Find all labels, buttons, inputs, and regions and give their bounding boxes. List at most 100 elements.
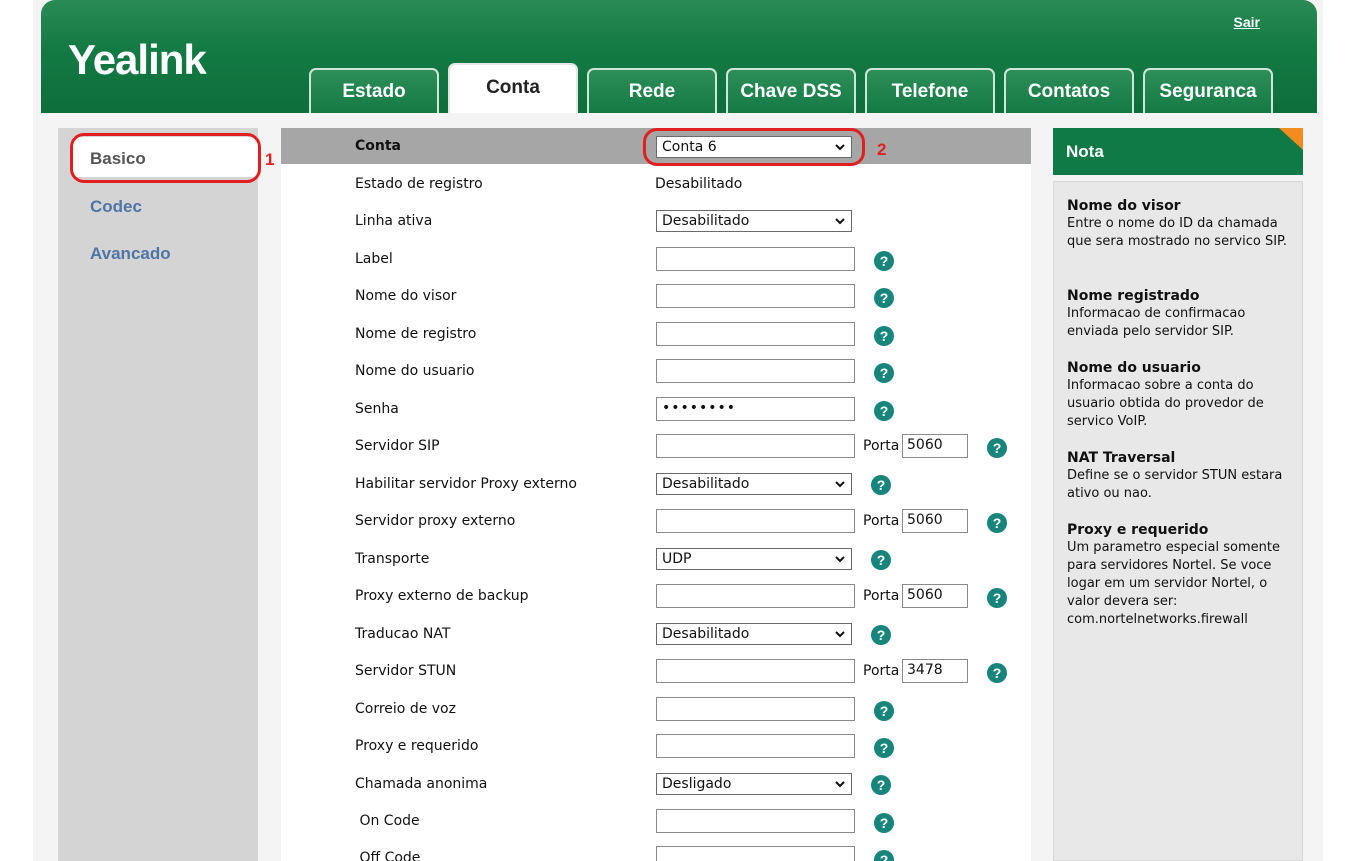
outbound-proxy-enable-value: Desabilitado — [662, 476, 750, 492]
field-label: Nome do visor — [355, 288, 457, 304]
annotation-ring-1 — [70, 133, 261, 183]
note-section-title: Nome registrado — [1067, 288, 1200, 304]
outbound-proxy-enable-select[interactable]: Desabilitado — [656, 473, 852, 495]
register-name-input[interactable] — [656, 322, 855, 346]
logout-link[interactable]: Sair — [1234, 14, 1260, 30]
help-icon[interactable]: ? — [987, 663, 1007, 683]
field-label: Correio de voz — [355, 701, 456, 717]
tab-contatos[interactable]: Contatos — [1004, 68, 1134, 113]
help-icon[interactable]: ? — [874, 288, 894, 308]
note-section-title: NAT Traversal — [1067, 450, 1176, 466]
stun-server-input[interactable] — [656, 659, 855, 683]
note-section-text: Informacao sobre a conta do usuario obti… — [1067, 378, 1264, 429]
port-label: Porta — [863, 663, 900, 679]
line-active-value: Desabilitado — [662, 213, 750, 229]
help-icon[interactable]: ? — [874, 813, 894, 833]
tab-telefone[interactable]: Telefone — [865, 68, 995, 113]
sidebar-item-avancado[interactable]: Avancado — [90, 244, 171, 264]
anonymous-off-code-input[interactable] — [656, 846, 855, 861]
annotation-number-1: 1 — [265, 150, 275, 169]
tab-conta[interactable]: Conta — [448, 63, 578, 113]
sip-port-input[interactable]: 5060 — [902, 434, 968, 458]
note-section-text: Entre o nome do ID da chamada que sera m… — [1067, 216, 1287, 249]
line-active-select[interactable]: Desabilitado — [656, 210, 852, 232]
anonymous-call-select[interactable]: Desligado — [656, 773, 852, 795]
backup-proxy-port-input[interactable]: 5060 — [902, 584, 968, 608]
annotation-ring-2 — [643, 128, 865, 166]
backup-proxy-input[interactable] — [656, 584, 855, 608]
help-icon[interactable]: ? — [871, 775, 891, 795]
field-label: Habilitar servidor Proxy externo — [355, 476, 577, 492]
sip-server-input[interactable] — [656, 434, 855, 458]
stun-port-input[interactable]: 3478 — [902, 659, 968, 683]
field-label: Proxy externo de backup — [355, 588, 529, 604]
help-icon[interactable]: ? — [874, 251, 894, 271]
tab-estado[interactable]: Estado — [309, 68, 439, 113]
outbound-proxy-input[interactable] — [656, 509, 855, 533]
note-section: Nome do visor Entre o nome do ID da cham… — [1067, 197, 1297, 251]
outbound-proxy-port-input[interactable]: 5060 — [902, 509, 968, 533]
sidebar: Basico Codec Avancado — [58, 128, 258, 861]
label-input[interactable] — [656, 247, 855, 271]
anonymous-on-code-input[interactable] — [656, 809, 855, 833]
note-section-title: Proxy e requerido — [1067, 522, 1209, 538]
password-input[interactable]: •••••••• — [656, 397, 855, 421]
transport-value: UDP — [662, 551, 692, 567]
chevron-down-icon — [835, 481, 845, 488]
account-label: Conta — [355, 138, 401, 154]
chevron-down-icon — [835, 556, 845, 563]
field-label: Estado de registro — [355, 176, 483, 192]
note-section-text: Define se o servidor STUN estara ativo o… — [1067, 468, 1283, 501]
note-section: Proxy e requerido Um parametro especial … — [1067, 521, 1297, 629]
port-label: Porta — [863, 588, 900, 604]
help-icon[interactable]: ? — [987, 588, 1007, 608]
chevron-down-icon — [835, 781, 845, 788]
help-icon[interactable]: ? — [874, 401, 894, 421]
note-corner-accent — [1279, 128, 1303, 150]
note-section: Nome registrado Informacao de confirmaca… — [1067, 287, 1297, 341]
field-label: Off Code — [355, 850, 421, 861]
field-label: Linha ativa — [355, 213, 433, 229]
tab-seguranca[interactable]: Seguranca — [1143, 68, 1273, 113]
account-form: Conta Conta 6 Estado de registro Desabil… — [281, 128, 1031, 861]
help-icon[interactable]: ? — [871, 625, 891, 645]
chevron-down-icon — [835, 631, 845, 638]
help-icon[interactable]: ? — [987, 513, 1007, 533]
port-label: Porta — [863, 438, 900, 454]
note-title: Nota — [1066, 142, 1104, 161]
yealink-logo: Yealink — [68, 36, 207, 83]
nat-traversal-value: Desabilitado — [662, 626, 750, 642]
note-panel: Nome do visor Entre o nome do ID da cham… — [1053, 181, 1303, 861]
tab-rede[interactable]: Rede — [587, 68, 717, 113]
field-label: Nome de registro — [355, 326, 477, 342]
field-label: Chamada anonima — [355, 776, 488, 792]
note-section-title: Nome do visor — [1067, 198, 1181, 214]
field-label: Nome do usuario — [355, 363, 475, 379]
anonymous-call-value: Desligado — [662, 776, 732, 792]
field-label: Servidor STUN — [355, 663, 457, 679]
sidebar-item-codec[interactable]: Codec — [90, 197, 142, 217]
proxy-require-input[interactable] — [656, 734, 855, 758]
help-icon[interactable]: ? — [987, 438, 1007, 458]
help-icon[interactable]: ? — [874, 738, 894, 758]
help-icon[interactable]: ? — [874, 363, 894, 383]
help-icon[interactable]: ? — [874, 701, 894, 721]
field-label: Traducao NAT — [355, 626, 451, 642]
voicemail-input[interactable] — [656, 697, 855, 721]
transport-select[interactable]: UDP — [656, 548, 852, 570]
tab-chave-dss[interactable]: Chave DSS — [726, 68, 856, 113]
help-icon[interactable]: ? — [871, 550, 891, 570]
note-section-text: Informacao de confirmacao enviada pelo s… — [1067, 306, 1246, 339]
port-label: Porta — [863, 513, 900, 529]
help-icon[interactable]: ? — [874, 850, 894, 861]
note-section-text: Um parametro especial somente para servi… — [1067, 540, 1280, 627]
note-section: NAT Traversal Define se o servidor STUN … — [1067, 449, 1297, 503]
note-section-title: Nome do usuario — [1067, 360, 1201, 376]
help-icon[interactable]: ? — [871, 475, 891, 495]
username-input[interactable] — [656, 359, 855, 383]
help-icon[interactable]: ? — [874, 326, 894, 346]
nat-traversal-select[interactable]: Desabilitado — [656, 623, 852, 645]
field-label: Servidor proxy externo — [355, 513, 516, 529]
display-name-input[interactable] — [656, 284, 855, 308]
note-section: Nome do usuario Informacao sobre a conta… — [1067, 359, 1297, 431]
